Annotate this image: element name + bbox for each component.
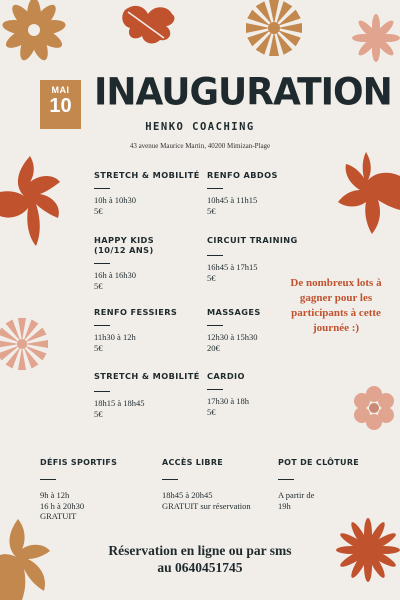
activity-item: STRETCH & MOBILITÉ 18h15 à 18h45 5€ — [94, 371, 204, 420]
divider — [207, 325, 223, 326]
blush-flower-icon — [354, 386, 394, 430]
activity-price: 20€ — [207, 343, 220, 353]
reservation-phone: au 0640451745 — [157, 560, 243, 575]
divider — [207, 255, 223, 256]
activity-time: 10h45 à 11h15 — [207, 195, 258, 205]
activity-name: RENFO ABDOS — [207, 170, 278, 180]
blush-flower-icon — [0, 318, 48, 370]
bottom-item-line: 18h45 à 20h45 — [162, 490, 213, 500]
activity-price: 5€ — [94, 343, 103, 353]
activity-name-detail: (10/12 ANS) — [94, 245, 154, 255]
activity-time: 11h30 à 12h — [94, 332, 136, 342]
ochre-flower-icon — [2, 0, 66, 61]
divider — [94, 188, 110, 189]
divider — [207, 389, 223, 390]
activity-item: RENFO FESSIERS 11h30 à 12h 5€ — [94, 307, 204, 354]
activity-price: 5€ — [94, 281, 103, 291]
bottom-item-line: 19h — [278, 500, 291, 511]
blush-flower-icon — [352, 14, 400, 62]
activity-price: 5€ — [94, 409, 103, 419]
activity-name: RENFO FESSIERS — [94, 307, 178, 317]
bottom-item-line: GRATUIT sur réservation — [162, 500, 251, 511]
promo-text: De nombreux lots à gagner pour les parti… — [290, 277, 382, 334]
bottom-item-line: 16 h à 20h30 — [40, 500, 85, 511]
activity-name: HAPPY KIDS — [94, 235, 155, 245]
rust-leaf-icon — [0, 156, 60, 246]
activity-price: 5€ — [207, 206, 216, 216]
bottom-item: ACCÈS LIBRE 18h45 à 20h45 GRATUIT sur ré… — [162, 458, 282, 511]
activity-time: 18h15 à 18h45 — [94, 398, 145, 408]
activity-name: STRETCH & MOBILITÉ — [94, 170, 200, 180]
activity-name: STRETCH & MOBILITÉ — [94, 371, 200, 381]
activity-item: RENFO ABDOS 10h45 à 11h15 5€ — [207, 170, 317, 217]
date-day: 10 — [49, 95, 72, 117]
divider — [94, 325, 110, 326]
bottom-item-line: A partir de — [278, 490, 315, 500]
activity-name: CARDIO — [207, 371, 245, 381]
activity-time: 16h45 à 17h15 — [207, 262, 258, 272]
activity-time: 16h à 16h30 — [94, 270, 137, 280]
activity-name: CIRCUIT TRAINING — [207, 235, 298, 245]
page-subtitle: HENKO COACHING — [145, 121, 255, 133]
divider — [94, 263, 110, 264]
activity-time: 10h à 10h30 — [94, 195, 137, 205]
bottom-item: POT DE CLÔTURE A partir de 19h — [278, 458, 398, 511]
activity-price: 5€ — [207, 407, 216, 417]
divider — [278, 479, 294, 480]
activity-item: STRETCH & MOBILITÉ 10h à 10h30 5€ — [94, 170, 204, 217]
bottom-item-line: 9h à 12h — [40, 490, 70, 500]
bottom-item-name: DÉFIS SPORTIFS — [40, 458, 118, 467]
activity-time: 17h30 à 18h — [207, 396, 250, 406]
divider — [94, 391, 110, 392]
page-title: INAUGURATION — [94, 70, 393, 115]
divider — [207, 188, 223, 189]
date-month: MAI — [51, 85, 70, 95]
rust-leaf-icon — [338, 152, 400, 234]
bottom-item-name: ACCÈS LIBRE — [162, 458, 224, 467]
rust-leaf-icon — [122, 5, 175, 44]
activity-price: 5€ — [94, 206, 103, 216]
activity-item: HAPPY KIDS (10/12 ANS) 16h à 16h30 5€ — [94, 235, 204, 292]
bottom-item-name: POT DE CLÔTURE — [278, 458, 360, 467]
divider — [162, 479, 178, 480]
address: 43 avenue Maurice Martin, 40200 Mimizan-… — [129, 142, 271, 150]
activity-item: CARDIO 17h30 à 18h 5€ — [207, 371, 317, 418]
ochre-flower-icon — [246, 0, 302, 56]
bottom-item-line: GRATUIT — [40, 511, 77, 521]
divider — [40, 479, 56, 480]
reservation-line: Réservation en ligne ou par sms — [108, 543, 292, 558]
bottom-item: DÉFIS SPORTIFS 9h à 12h 16 h à 20h30 GRA… — [40, 458, 160, 522]
reservation-text: Réservation en ligne ou par sms au 06404… — [0, 542, 400, 576]
